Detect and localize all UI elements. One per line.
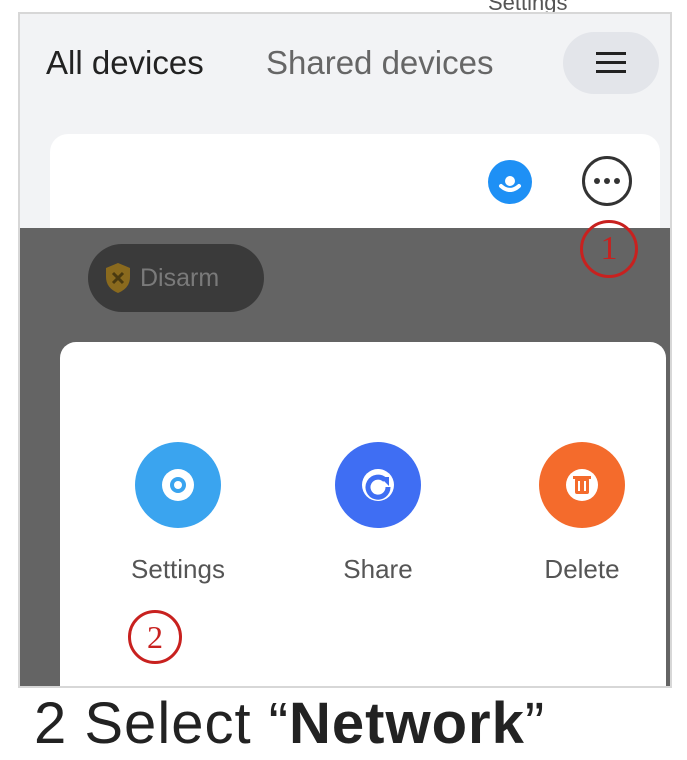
dot-icon [594,178,600,184]
share-action[interactable]: Share [288,442,468,585]
menu-button[interactable] [563,32,659,94]
dot-icon [614,178,620,184]
delete-action[interactable]: Delete [492,442,670,585]
instruction-prefix: 2 Select [34,691,252,756]
tab-all-devices[interactable]: All devices [46,44,204,82]
gear-icon [135,442,221,528]
settings-label: Settings [131,554,225,584]
disarm-label: Disarm [140,263,220,292]
dot-icon [604,178,610,184]
shield-icon [106,263,130,293]
cloud-icon [488,160,532,204]
more-options-button[interactable] [582,156,632,206]
share-label: Share [343,554,413,584]
annotation-step-2: 2 [128,610,182,664]
settings-action[interactable]: Settings [88,442,268,585]
share-icon [335,442,421,528]
instruction-close-quote: ” [524,691,546,756]
tab-shared-devices[interactable]: Shared devices [266,44,493,82]
instruction-caption: 2 Select “Network” [34,690,545,757]
instruction-keyword: Network [289,691,525,756]
annotation-step-1: 1 [580,220,638,278]
tab-bar: All devices Shared devices [20,14,670,114]
phone-screen: All devices Shared devices 1 Disarm Sett… [18,12,672,688]
disarm-badge[interactable]: Disarm [88,244,264,312]
hamburger-icon [596,52,626,73]
trash-icon [539,442,625,528]
instruction-open-quote: “ [268,691,290,756]
delete-label: Delete [544,554,620,584]
